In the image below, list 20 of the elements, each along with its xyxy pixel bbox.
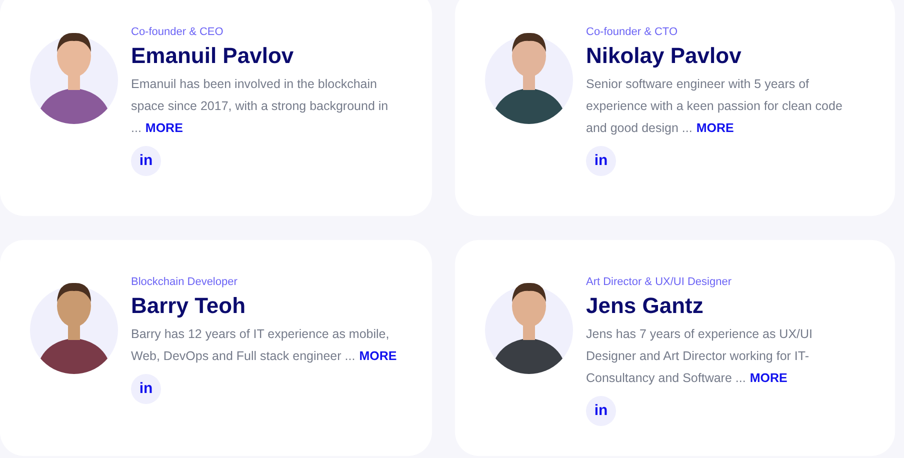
linkedin-button[interactable]: in <box>131 146 161 176</box>
more-link[interactable]: MORE <box>359 349 397 363</box>
job-title: Blockchain Developer <box>131 275 238 290</box>
linkedin-button[interactable]: in <box>131 374 161 404</box>
job-title: Co-founder & CTO <box>586 25 679 40</box>
more-link[interactable]: MORE <box>750 371 788 385</box>
linkedin-button[interactable]: in <box>586 396 616 426</box>
job-title: Co-founder & CEO <box>131 25 224 40</box>
bio-text: Barry has 12 years of IT experience as mobile, Web, DevOps and Full stack engineer ... MORE <box>131 326 398 365</box>
more-link[interactable]: MORE <box>145 121 183 135</box>
bio-text: Senior software engineer with 5 years of experience with a keen passion for clean code and good design ... MORE <box>586 76 844 137</box>
person-name: Nikolay Pavlov <box>586 42 742 70</box>
bio-text: Emanuil has been involved in the blockchain space since 2017, with a strong background in ... MORE <box>131 76 390 137</box>
linkedin-button[interactable]: in <box>586 146 616 176</box>
bio-text: Jens has 7 years of experience as UX/UI Designer and Art Director working for IT-Consultancy and Software ... MORE <box>586 326 814 387</box>
person-name: Emanuil Pavlov <box>131 42 295 70</box>
person-name: Barry Teoh <box>131 292 247 320</box>
job-title: Art Director & UX/UI Designer <box>586 275 732 290</box>
person-name: Jens Gantz <box>586 292 704 320</box>
more-link[interactable]: MORE <box>696 121 734 135</box>
